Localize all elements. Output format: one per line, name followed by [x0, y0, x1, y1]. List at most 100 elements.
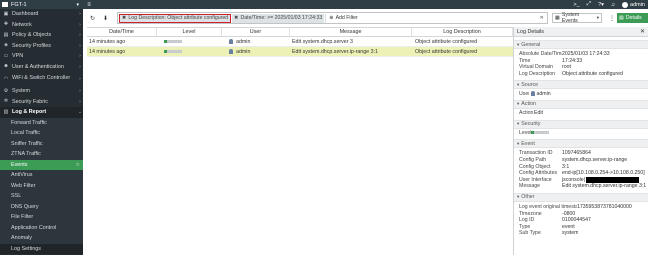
- more-options-icon[interactable]: ⋮: [608, 13, 616, 23]
- filter-chip-log-description[interactable]: ✖ Log Description: Object attribute conf…: [119, 13, 232, 23]
- cli-console-icon[interactable]: >_: [573, 2, 579, 8]
- field-value: Edit system.dhcp.server.ip-range 3:1: [562, 183, 647, 190]
- source-fields: User admin: [514, 89, 648, 97]
- sidebar-item-label: User & Authentication: [12, 63, 64, 70]
- remove-filter-icon[interactable]: ✖: [234, 15, 238, 21]
- field-key: Config Path: [519, 157, 547, 164]
- user-name: admin: [236, 48, 251, 55]
- refresh-icon[interactable]: ↻: [87, 13, 98, 24]
- field-key: Absolute Date/Time: [519, 51, 562, 58]
- sidebar-item-label: Security Profiles: [12, 42, 51, 49]
- cell-user: admin: [222, 47, 290, 56]
- sidebar-subitem-forward-traffic[interactable]: Forward Traffic: [0, 117, 83, 128]
- section-action[interactable]: ▾ Action: [514, 99, 648, 109]
- topbar-right: >_ ⤢ ?▾ ♫ admin: [573, 1, 648, 8]
- detail-field: Transaction ID 1097465864: [514, 150, 648, 157]
- help-icon[interactable]: ?▾: [598, 2, 604, 8]
- sidebar-subitem-file-filter[interactable]: File Filter: [0, 212, 83, 223]
- sidebar-item-security-profiles[interactable]: ◈ Security Profiles ›: [0, 41, 83, 52]
- sidebar-item-network[interactable]: ✚ Network ›: [0, 20, 83, 31]
- table-row-selected[interactable]: 14 minutes ago admin Edit system.dhcp.se…: [87, 47, 513, 57]
- sidebar-subitem-sniffer-traffic[interactable]: Sniffer Traffic: [0, 138, 83, 149]
- sidebar-subitem-anomaly[interactable]: Anomaly: [0, 233, 83, 244]
- favorite-star-icon[interactable]: ☆: [76, 162, 80, 168]
- filter-chip-label: Log Description: Object attribute config…: [128, 15, 229, 21]
- sidebar-subitem-local-traffic[interactable]: Local Traffic: [0, 128, 83, 139]
- sidebar-subitem-label: Anomaly: [11, 235, 32, 242]
- user-icon: ☻: [3, 63, 9, 70]
- fullscreen-icon[interactable]: ⤢: [587, 1, 591, 8]
- dashboard-icon: ▣: [3, 10, 9, 17]
- detail-field: Action Edit: [514, 110, 648, 117]
- column-header-message[interactable]: Message: [290, 28, 412, 36]
- log-type-label: System Events: [561, 12, 580, 24]
- section-title: General: [521, 41, 541, 48]
- add-filter-label: Add Filter: [335, 15, 358, 21]
- sidebar-subitem-dns-query[interactable]: DNS Query: [0, 201, 83, 212]
- download-icon[interactable]: ⬇: [100, 13, 111, 24]
- sidebar-subitem-antivirus[interactable]: AntiVirus: [0, 170, 83, 181]
- section-title: Source: [521, 81, 539, 88]
- sidebar-item-wifi-switch[interactable]: ◠ WiFi & Switch Controller ›: [0, 72, 83, 86]
- details-button[interactable]: ▤ Details: [617, 13, 648, 23]
- table-row[interactable]: 14 minutes ago admin Edit system.dhcp.se…: [87, 37, 513, 47]
- cell-level: [157, 47, 222, 56]
- sidebar-item-label: Dashboard: [12, 11, 39, 18]
- field-value: admin: [529, 91, 551, 97]
- section-security[interactable]: ▾ Security: [514, 119, 648, 129]
- admin-menu[interactable]: admin: [622, 1, 645, 8]
- cell-log-description: Object attribute configured: [415, 48, 478, 55]
- notifications-icon[interactable]: ♫: [611, 2, 615, 8]
- column-header-log-description[interactable]: Log Description: [412, 28, 513, 36]
- device-selector[interactable]: FGT-1 ▾: [0, 2, 83, 8]
- filter-bar[interactable]: ✖ Log Description: Object attribute conf…: [117, 12, 548, 24]
- user-icon: [229, 49, 233, 54]
- sidebar-item-log-report[interactable]: ▥ Log & Report ⌄: [0, 107, 83, 118]
- sidebar-subitem-ssl[interactable]: SSL: [0, 191, 83, 202]
- section-other[interactable]: ▾ Other: [514, 192, 648, 202]
- detail-field: Config Path system.dhcp.server.ip-range: [514, 157, 648, 164]
- add-filter-button[interactable]: ⊕ Add Filter: [325, 13, 358, 23]
- sidebar-item-vpn[interactable]: ▭ VPN ›: [0, 51, 83, 62]
- field-key: Config Object: [519, 163, 551, 170]
- sidebar-subitem-ztna-traffic[interactable]: ZTNA Traffic: [0, 149, 83, 160]
- column-header-datetime[interactable]: Date/Time: [87, 28, 157, 36]
- clear-filters-icon[interactable]: ✕: [540, 15, 544, 21]
- sidebar-item-user-auth[interactable]: ☻ User & Authentication ›: [0, 62, 83, 73]
- chevron-right-icon: ›: [79, 32, 81, 39]
- hamburger-menu-icon[interactable]: ≡: [83, 2, 95, 8]
- field-value: 17:24:33: [562, 57, 583, 64]
- sidebar-subitem-label: Application Control: [11, 224, 57, 231]
- sidebar-subitem-events[interactable]: Events ☆: [0, 159, 83, 170]
- field-key: Log event original timestamp: [519, 204, 577, 211]
- detail-field: Absolute Date/Time 2025/01/03 17:24:33: [514, 51, 648, 58]
- sidebar-subitem-label: Local Traffic: [11, 130, 40, 137]
- sidebar-item-security-fabric[interactable]: ✲ Security Fabric ›: [0, 97, 83, 108]
- sidebar-subitem-log-settings[interactable]: Log Settings: [0, 243, 83, 254]
- sidebar-subitem-web-filter[interactable]: Web Filter: [0, 180, 83, 191]
- column-header-user[interactable]: User: [222, 28, 290, 36]
- user-interface-value: jsconsole(: [562, 176, 586, 183]
- sidebar-item-system[interactable]: ⚙ System ›: [0, 86, 83, 97]
- filter-icon: ⊕: [329, 15, 334, 21]
- sidebar-item-policy[interactable]: ▤ Policy & Objects ›: [0, 30, 83, 41]
- log-type-select[interactable]: ▦ System Events ▾: [552, 12, 602, 24]
- filter-chip-date-time[interactable]: ✖ Date/Time: >= 2025/01/03 17:24:33: [232, 13, 325, 23]
- cell-log-description: Object attribute configured: [415, 38, 478, 45]
- section-event[interactable]: ▾ Event: [514, 139, 648, 149]
- remove-filter-icon[interactable]: ✖: [122, 15, 126, 21]
- chevron-right-icon: ›: [79, 98, 81, 105]
- action-fields: Action Edit: [514, 109, 648, 117]
- sidebar-subitem-application-control[interactable]: Application Control: [0, 222, 83, 233]
- section-general[interactable]: ▾ General: [514, 40, 648, 49]
- close-icon[interactable]: ✕: [640, 28, 645, 35]
- field-value: 2025/01/03 17:24:33: [562, 51, 610, 58]
- column-header-level[interactable]: Level: [157, 28, 222, 36]
- other-fields: Log event original timestamp173595387378…: [514, 202, 648, 237]
- section-source[interactable]: ▾ Source: [514, 80, 648, 90]
- field-value: event: [562, 223, 575, 230]
- chevron-down-icon: ▾: [517, 121, 520, 127]
- chevron-right-icon: ›: [79, 53, 81, 60]
- detail-field: Time 17:24:33: [514, 58, 648, 65]
- sidebar-item-dashboard[interactable]: ▣ Dashboard ›: [0, 9, 83, 20]
